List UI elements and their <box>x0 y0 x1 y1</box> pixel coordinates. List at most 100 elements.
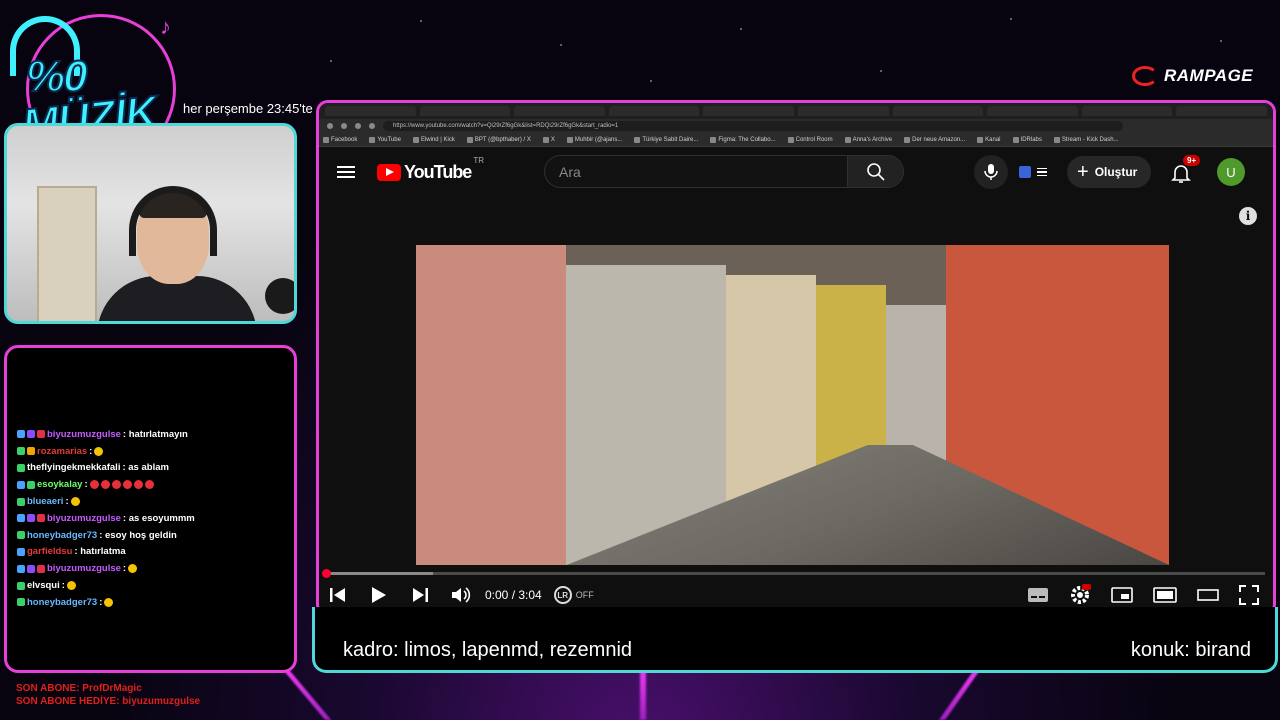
bookmark-item[interactable]: Muhbir (@ajans... <box>566 136 622 143</box>
progress-scrubber[interactable] <box>322 569 331 578</box>
star <box>880 70 882 72</box>
progress-bar[interactable] <box>322 569 1265 578</box>
address-row: https://www.youtube.com/watch?v=Qi29rZf6… <box>319 119 1273 133</box>
chat-emote-icon <box>89 480 99 490</box>
subtitles-icon[interactable] <box>1027 587 1049 603</box>
browser-tab[interactable] <box>608 106 700 116</box>
browser-tab[interactable] <box>1081 106 1173 116</box>
browser-tab[interactable] <box>1176 106 1267 116</box>
bookmark-favicon-icon <box>466 136 473 143</box>
bookmark-item[interactable]: Figma: The Collabo... <box>710 136 776 143</box>
browser-tab[interactable] <box>325 106 416 116</box>
chat-username[interactable]: garfieldsu <box>27 546 72 557</box>
star <box>1220 40 1222 42</box>
theater-mode-icon[interactable] <box>1153 587 1177 603</box>
chat-emote-icon <box>122 480 132 490</box>
chat-badge-icon <box>27 480 35 489</box>
video-player[interactable]: i 0:00 / 3:04 LR OFF <box>319 197 1273 607</box>
bookmark-item[interactable]: X <box>542 136 555 143</box>
next-button[interactable] <box>411 587 429 603</box>
chat-message: blueaeri: <box>17 493 292 510</box>
chat-badge-icon <box>37 564 45 573</box>
bookmark-label: X <box>550 136 555 143</box>
chat-badge-icon <box>37 514 45 523</box>
chat-username[interactable]: esoykalay <box>37 479 82 490</box>
schedule-text: her perşembe 23:45'te <box>183 101 313 116</box>
bookmark-item[interactable]: Facebook <box>323 136 357 143</box>
bookmark-item[interactable]: YouTube <box>369 136 401 143</box>
bookmark-item[interactable]: Elwind | Kick <box>412 136 455 143</box>
bookmark-item[interactable]: Control Room <box>787 136 833 143</box>
star <box>420 20 422 22</box>
browser-tab[interactable] <box>703 106 794 116</box>
browser-tab[interactable] <box>514 106 605 116</box>
cast-icon[interactable] <box>1197 588 1219 602</box>
search-button[interactable] <box>847 156 903 187</box>
youtube-region: TR <box>473 155 484 165</box>
browser-tab[interactable] <box>797 106 889 116</box>
chat-username[interactable]: biyuzumuzgulse <box>47 513 121 524</box>
chat-username[interactable]: biyuzumuzgulse <box>47 563 121 574</box>
bookmark-item[interactable]: Anna's Archive <box>844 136 893 143</box>
browser-tab[interactable] <box>892 106 984 116</box>
chat-message: garfieldsu: hatırlatma <box>17 544 292 561</box>
back-icon[interactable] <box>327 123 333 129</box>
miniplayer-icon[interactable] <box>1111 587 1133 603</box>
notification-count: 9+ <box>1183 155 1201 166</box>
account-avatar[interactable]: U <box>1217 158 1245 186</box>
info-icon[interactable]: i <box>1239 207 1257 225</box>
chat-text: : esoy hoş geldin <box>99 529 177 541</box>
bookmark-item[interactable]: Kanal <box>977 136 1001 143</box>
lr-toggle[interactable]: LR OFF <box>553 586 594 604</box>
play-button[interactable] <box>371 586 387 604</box>
browser-tab[interactable] <box>987 106 1078 116</box>
bookmark-favicon-icon <box>369 136 376 143</box>
bookmark-label: Anna's Archive <box>852 136 893 143</box>
mute-button[interactable] <box>451 586 471 604</box>
bookmark-label: Figma: The Collabo... <box>718 136 776 143</box>
address-bar[interactable]: https://www.youtube.com/watch?v=Qi29rZf6… <box>383 121 1123 131</box>
settings-gear-icon[interactable] <box>1069 584 1091 606</box>
bookmark-label: IDRlabs <box>1020 136 1042 143</box>
chat-username[interactable]: theflyingekmekkafali <box>27 462 120 473</box>
video-frame[interactable] <box>416 245 1169 565</box>
bookmark-favicon-icon <box>634 136 641 143</box>
youtube-logo[interactable]: YouTube TR <box>377 156 484 183</box>
chat-emote-icon <box>133 480 143 490</box>
chat-username[interactable]: honeybadger73 <box>27 530 97 541</box>
voice-search-button[interactable] <box>974 155 1008 189</box>
search-box <box>544 155 904 188</box>
search-input[interactable] <box>545 156 847 187</box>
chat-username[interactable]: biyuzumuzgulse <box>47 429 121 440</box>
chat-message: honeybadger73: esoy hoş geldin <box>17 527 292 544</box>
chat-badge-icon <box>17 514 25 523</box>
youtube-play-icon <box>377 163 401 181</box>
chat-username[interactable]: honeybadger73 <box>27 597 97 608</box>
rampage-logo-icon <box>1132 66 1158 86</box>
bookmark-favicon-icon <box>844 136 851 143</box>
bookmark-favicon-icon <box>1012 136 1019 143</box>
list-icon[interactable] <box>1037 168 1047 176</box>
create-button[interactable]: + Oluştur <box>1067 156 1152 188</box>
chat-username[interactable]: blueaeri <box>27 496 63 507</box>
bookmark-item[interactable]: IDRlabs <box>1012 136 1042 143</box>
home-icon[interactable] <box>369 123 375 129</box>
bookmark-item[interactable]: Türkiye Sabit Daire... <box>634 136 698 143</box>
browser-tab[interactable] <box>419 106 511 116</box>
chat-username[interactable]: rozamarias <box>37 446 87 457</box>
forward-icon[interactable] <box>341 123 347 129</box>
bookmark-item[interactable]: Stream - Kick Dash... <box>1053 136 1119 143</box>
bookmark-label: Der neue Amazon... <box>912 136 966 143</box>
fullscreen-icon[interactable] <box>1239 585 1259 605</box>
hamburger-menu-icon[interactable] <box>337 166 355 178</box>
bookmark-item[interactable]: Der neue Amazon... <box>904 136 966 143</box>
chat-username[interactable]: elvsqui <box>27 580 60 591</box>
bookmark-favicon-icon <box>412 136 419 143</box>
bookmark-item[interactable]: BPT (@bpthaber) / X <box>466 136 531 143</box>
previous-button[interactable] <box>329 587 347 603</box>
last-gift-text: SON ABONE HEDİYE: biyuzumuzgulse <box>16 696 201 707</box>
bookmark-favicon-icon <box>542 136 549 143</box>
bookmark-favicon-icon <box>1053 136 1060 143</box>
extension-icon[interactable] <box>1019 166 1031 178</box>
reload-icon[interactable] <box>355 123 361 129</box>
